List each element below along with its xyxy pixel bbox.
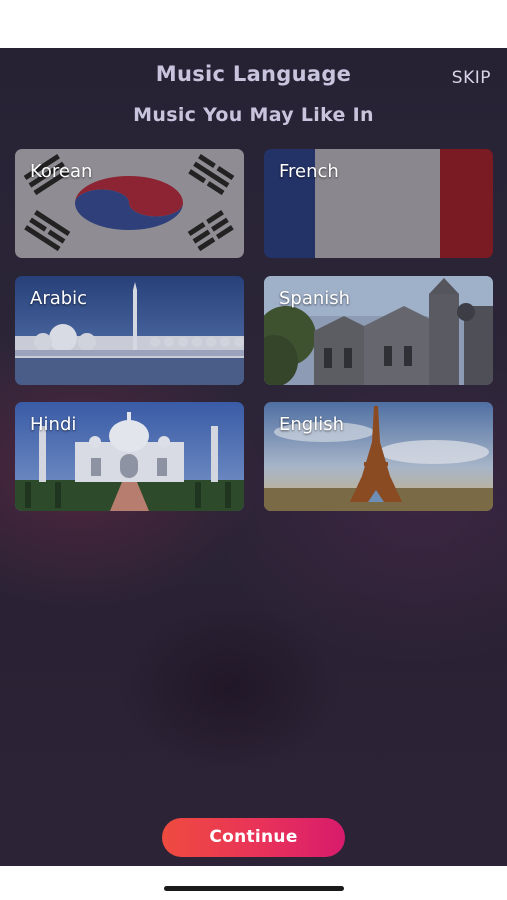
page-subtitle: Music You May Like In	[133, 104, 374, 126]
language-card-english[interactable]: English	[264, 402, 493, 511]
status-bar	[0, 0, 507, 48]
music-language-screen: Music Language SKIP Music You May Like I…	[0, 48, 507, 866]
skip-button[interactable]: SKIP	[452, 68, 491, 88]
language-label: Hindi	[30, 414, 77, 435]
language-card-korean[interactable]: Korean	[15, 149, 244, 258]
bottom-bar	[0, 866, 507, 900]
language-label: French	[279, 161, 339, 182]
continue-button[interactable]: Continue	[162, 818, 345, 857]
language-label: Spanish	[279, 288, 351, 309]
language-label: Arabic	[30, 288, 88, 309]
home-indicator[interactable]	[164, 886, 344, 891]
language-card-french[interactable]: French	[264, 149, 493, 258]
page-title: Music Language	[155, 62, 352, 86]
language-label: Korean	[30, 161, 93, 182]
language-card-hindi[interactable]: Hindi	[15, 402, 244, 511]
language-label: English	[279, 414, 344, 435]
language-card-spanish[interactable]: Spanish	[264, 276, 493, 385]
language-card-arabic[interactable]: Arabic	[15, 276, 244, 385]
